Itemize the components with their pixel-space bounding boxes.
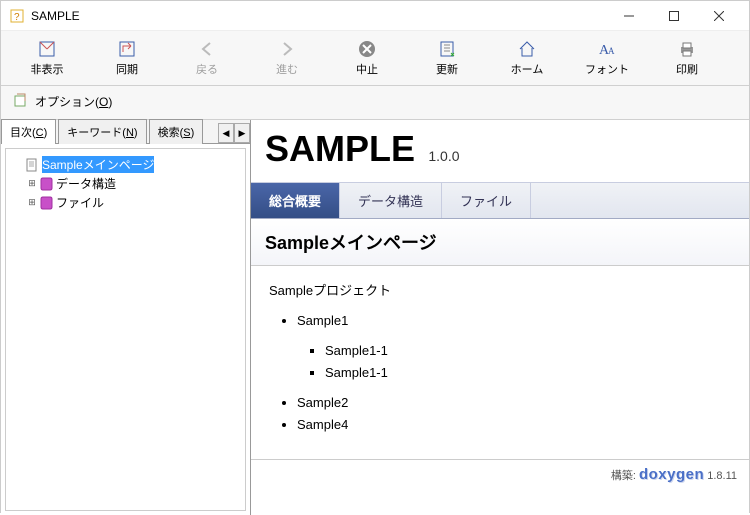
minimize-button[interactable] xyxy=(606,2,651,30)
font-button[interactable]: AAフォント xyxy=(567,35,647,81)
nav-scroll-left[interactable]: ◀ xyxy=(218,123,234,143)
sync-icon xyxy=(117,39,137,59)
tree-item[interactable]: Sampleメインページ xyxy=(12,155,239,174)
nav-scroll-right[interactable]: ▶ xyxy=(234,123,250,143)
tree-item[interactable]: ⊞データ構造 xyxy=(12,174,239,193)
item-list: Sample1Sample1-1Sample1-1 Sample2Sample4 xyxy=(269,310,731,436)
back-icon xyxy=(197,39,217,59)
book-icon xyxy=(38,196,54,210)
refresh-button[interactable]: 更新 xyxy=(407,35,487,81)
titlebar: ? SAMPLE xyxy=(1,1,749,31)
list-item: Sample1-1 xyxy=(325,362,731,384)
list-item: Sample2 xyxy=(297,392,731,414)
list-item: Sample1Sample1-1Sample1-1 xyxy=(297,310,731,384)
list-item: Sample1-1 xyxy=(325,340,731,362)
forward-icon xyxy=(277,39,297,59)
svg-text:?: ? xyxy=(14,12,20,23)
font-icon: AA xyxy=(597,39,617,59)
close-button[interactable] xyxy=(696,2,741,30)
nav-tab[interactable]: 検索(S) xyxy=(149,119,204,144)
print-icon xyxy=(677,39,697,59)
stop-button[interactable]: 中止 xyxy=(327,35,407,81)
expand-icon[interactable]: ⊞ xyxy=(26,178,38,189)
page-icon xyxy=(24,158,40,172)
content-pane: SAMPLE 1.0.0 総合概要データ構造ファイル Sampleメインページ … xyxy=(251,120,749,515)
home-button[interactable]: ホーム xyxy=(487,35,567,81)
window-title: SAMPLE xyxy=(31,9,606,23)
nav-tab[interactable]: 目次(C) xyxy=(1,119,56,144)
doxygen-logo[interactable]: doxygen xyxy=(639,466,704,483)
toc-tree[interactable]: Sampleメインページ⊞データ構造⊞ファイル xyxy=(5,148,246,511)
refresh-icon xyxy=(437,39,457,59)
home-icon xyxy=(517,39,537,59)
doc-tabs: 総合概要データ構造ファイル xyxy=(251,182,749,219)
forward-button: 進む xyxy=(247,35,327,81)
expand-icon[interactable]: ⊞ xyxy=(26,197,38,208)
doc-header: SAMPLE 1.0.0 xyxy=(251,120,749,170)
doc-tab[interactable]: 総合概要 xyxy=(251,183,340,218)
app-icon: ? xyxy=(9,8,25,24)
intro-text: Sampleプロジェクト xyxy=(269,280,731,302)
sync-button[interactable]: 同期 xyxy=(87,35,167,81)
doc-tab[interactable]: データ構造 xyxy=(340,183,442,218)
nav-tabs: 目次(C)キーワード(N)検索(S) ◀▶ xyxy=(1,120,250,144)
doc-title: SAMPLE xyxy=(265,128,415,170)
tree-item[interactable]: ⊞ファイル xyxy=(12,193,239,212)
svg-text:A: A xyxy=(608,46,615,56)
book-icon xyxy=(38,177,54,191)
print-button[interactable]: 印刷 xyxy=(647,35,727,81)
toolbar-secondary: オプション(O) xyxy=(1,86,749,120)
hide-button[interactable]: 非表示 xyxy=(7,35,87,81)
doc-tab[interactable]: ファイル xyxy=(442,183,531,218)
list-item: Sample4 xyxy=(297,414,731,436)
nav-tab[interactable]: キーワード(N) xyxy=(58,119,146,144)
stop-icon xyxy=(357,39,377,59)
doc-footer: 構築: doxygen 1.8.11 xyxy=(251,459,749,489)
toolbar: 非表示同期戻る進む中止更新ホームAAフォント印刷 xyxy=(1,31,749,86)
options-icon xyxy=(13,91,31,112)
page-body: Sampleプロジェクト Sample1Sample1-1Sample1-1Sa… xyxy=(251,266,749,459)
back-button: 戻る xyxy=(167,35,247,81)
page-title: Sampleメインページ xyxy=(251,219,749,266)
doc-version: 1.0.0 xyxy=(428,148,459,164)
maximize-button[interactable] xyxy=(651,2,696,30)
hide-icon xyxy=(37,39,57,59)
sidebar: 目次(C)キーワード(N)検索(S)◀▶ Sampleメインページ⊞データ構造⊞… xyxy=(1,120,251,515)
options-button[interactable]: オプション(O) xyxy=(7,88,118,115)
